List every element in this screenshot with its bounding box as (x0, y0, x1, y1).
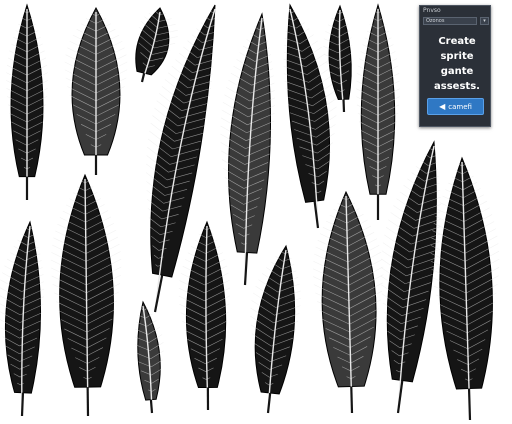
feather-11 (134, 300, 164, 414)
feather-13 (250, 244, 301, 414)
feather-8 (356, 3, 400, 220)
feather-5 (220, 12, 276, 286)
panel-action-button[interactable]: ◀ camefi (427, 98, 484, 115)
feather-2 (64, 6, 128, 175)
chevron-down-icon[interactable]: ▾ (480, 17, 489, 25)
panel-message: Create sprite gante assests. (434, 36, 480, 92)
panel-button-label: camefi (448, 103, 472, 111)
feather-6 (283, 3, 337, 229)
feather-1 (5, 3, 49, 200)
feather-3 (135, 7, 178, 83)
feather-12 (178, 220, 231, 411)
feather-14 (312, 190, 384, 414)
feather-10 (50, 173, 122, 417)
floating-panel: Pnvso Ozonos ▾ Create sprite gante asses… (419, 5, 491, 127)
feather-15 (380, 140, 441, 414)
feather-9 (0, 220, 45, 417)
feather-16 (430, 156, 500, 421)
panel-title: Pnvso (423, 7, 441, 14)
back-arrow-icon: ◀ (439, 102, 446, 111)
panel-select[interactable]: Ozonos (423, 17, 477, 25)
